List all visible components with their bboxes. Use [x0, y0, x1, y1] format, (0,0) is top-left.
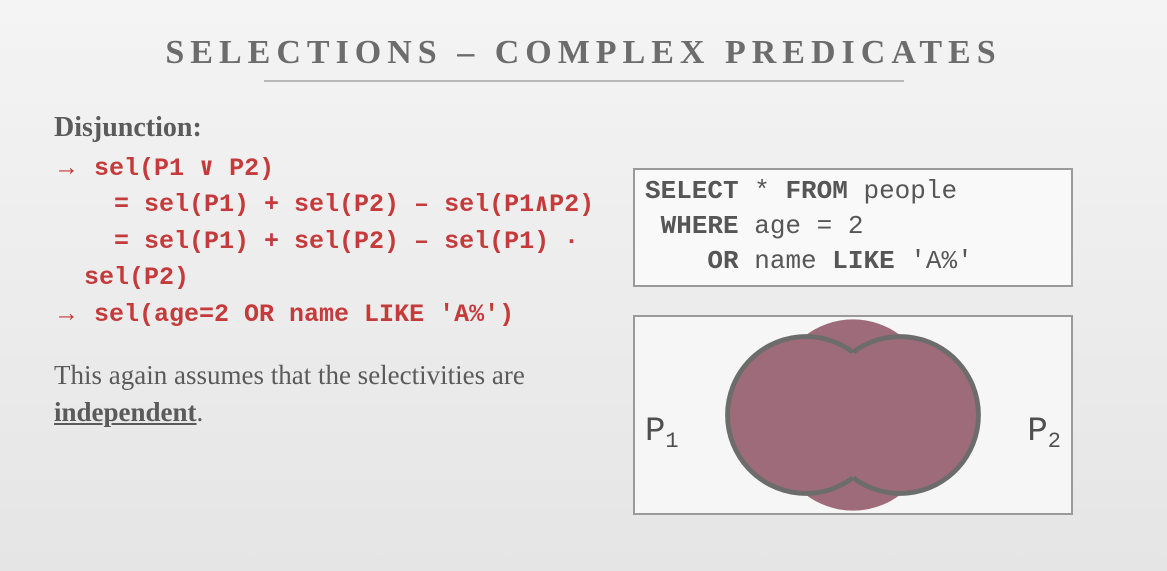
sql-cond2a: name [739, 246, 833, 276]
body-row: Disjunction: → sel(P1 ∨ P2) = sel(P1) + … [54, 112, 1113, 515]
left-column: Disjunction: → sel(P1 ∨ P2) = sel(P1) + … [54, 112, 633, 515]
formula-line2: = sel(P1) + sel(P2) – sel(P1∧P2) [54, 190, 594, 219]
sql-keyword-select: SELECT [645, 176, 739, 206]
sql-cond1: age = 2 [739, 211, 864, 241]
formula-block: → sel(P1 ∨ P2) = sel(P1) + sel(P2) – sel… [54, 150, 609, 333]
slide: SELECTIONS – COMPLEX PREDICATES Disjunct… [0, 0, 1167, 571]
sql-keyword-where: WHERE [661, 211, 739, 241]
formula-line3b: sel(P2) [54, 263, 189, 292]
formula-line3: = sel(P1) + sel(P2) – sel(P1) ∙ [54, 227, 579, 256]
formula-line1: sel(P1 ∨ P2) [94, 154, 274, 183]
sql-indent [645, 211, 661, 241]
paragraph-independence: This again assumes that the selectivitie… [54, 357, 609, 430]
venn-diagram-icon [635, 317, 1071, 513]
slide-title: SELECTIONS – COMPLEX PREDICATES [54, 34, 1113, 72]
sql-indent2 [645, 246, 707, 276]
venn-box: P1 P2 [633, 315, 1073, 515]
right-column: SELECT * FROM people WHERE age = 2 OR na… [633, 112, 1113, 515]
arrow-icon: → [54, 154, 79, 181]
sql-cond2b: 'A%' [895, 246, 973, 276]
arrow-icon: → [54, 300, 79, 327]
venn-label-p1: P1 [645, 413, 679, 451]
sql-keyword-or: OR [707, 246, 738, 276]
paragraph-suffix: . [197, 397, 204, 427]
sql-box: SELECT * FROM people WHERE age = 2 OR na… [633, 168, 1073, 287]
formula-line4: sel(age=2 OR name LIKE 'A%') [94, 300, 514, 329]
venn-label-p2: P2 [1027, 413, 1061, 451]
sql-keyword-like: LIKE [832, 246, 894, 276]
subheading-disjunction: Disjunction: [54, 112, 609, 144]
paragraph-prefix: This again assumes that the selectivitie… [54, 360, 525, 390]
paragraph-underlined: independent [54, 397, 197, 427]
sql-star: * [739, 176, 786, 206]
sql-table: people [848, 176, 957, 206]
title-underline [264, 80, 904, 82]
sql-keyword-from: FROM [785, 176, 847, 206]
